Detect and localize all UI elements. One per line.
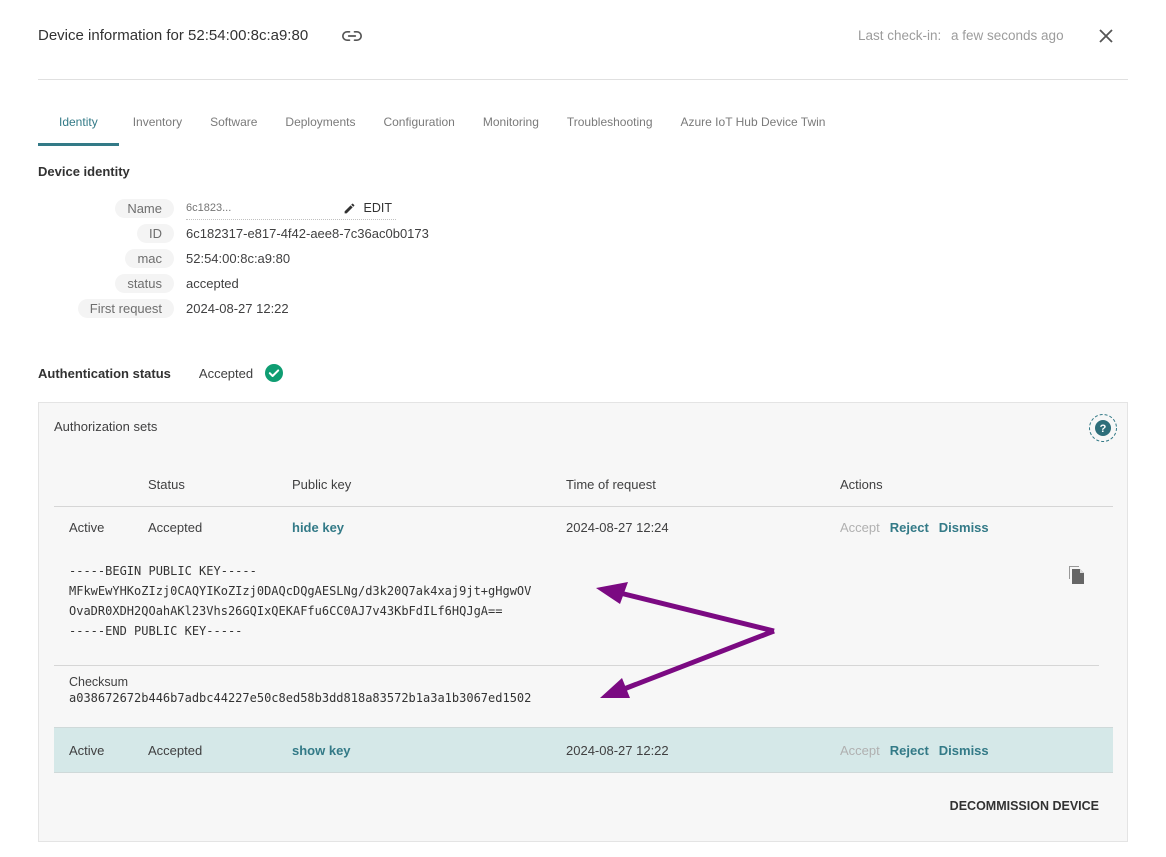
- tab-troubleshooting[interactable]: Troubleshooting: [553, 108, 667, 146]
- identity-row: First request 2024-08-27 12:22: [72, 296, 429, 321]
- identity-key: status: [115, 274, 174, 293]
- identity-key: ID: [137, 224, 174, 243]
- dismiss-button[interactable]: Dismiss: [939, 743, 989, 758]
- edit-name-button[interactable]: EDIT: [343, 201, 392, 215]
- tab-deployments[interactable]: Deployments: [271, 108, 369, 146]
- authorization-sets-title: Authorization sets: [54, 419, 158, 434]
- page-title: Device information for 52:54:00:8c:a9:80: [38, 27, 309, 44]
- checksum-value: a038672672b446b7adbc44227e50c8ed58b3dd81…: [69, 691, 532, 705]
- row-status: Accepted: [148, 519, 203, 535]
- identity-key: First request: [77, 299, 174, 318]
- identity-row: status accepted: [72, 271, 429, 296]
- identity-key: Name: [115, 199, 174, 218]
- dialog-header: Device information for 52:54:00:8c:a9:80…: [38, 0, 1128, 80]
- accept-button: Accept: [840, 519, 880, 535]
- link-icon[interactable]: [342, 28, 362, 44]
- hide-key-link[interactable]: hide key: [292, 520, 344, 535]
- identity-row: mac 52:54:00:8c:a9:80: [72, 246, 429, 271]
- last-checkin-value: a few seconds ago: [951, 28, 1064, 43]
- checksum-label: Checksum: [69, 675, 129, 689]
- dismiss-button[interactable]: Dismiss: [939, 520, 989, 535]
- reject-button[interactable]: Reject: [890, 520, 929, 535]
- last-checkin-label: Last check-in:: [858, 28, 942, 43]
- tab-identity[interactable]: Identity: [38, 108, 119, 146]
- identity-row-name: Name EDIT: [72, 196, 429, 221]
- reject-button[interactable]: Reject: [890, 743, 929, 758]
- column-header-actions: Actions: [840, 477, 883, 492]
- row-time: 2024-08-27 12:22: [566, 742, 669, 758]
- decommission-device-button[interactable]: DECOMMISSION DEVICE: [950, 799, 1099, 813]
- identity-value: accepted: [186, 276, 239, 291]
- column-header-time: Time of request: [566, 477, 656, 492]
- name-field: EDIT: [186, 198, 396, 220]
- help-icon[interactable]: ?: [1088, 413, 1118, 443]
- authentication-status: Authentication status Accepted: [38, 364, 284, 382]
- table-row: Active Accepted hide key 2024-08-27 12:2…: [54, 507, 1113, 547]
- row-state: Active: [69, 742, 105, 758]
- check-circle-icon: [265, 364, 284, 382]
- accept-button: Accept: [840, 742, 880, 758]
- public-key-block: -----BEGIN PUBLIC KEY----- MFkwEwYHKoZIz…: [54, 547, 1099, 666]
- authentication-status-value: Accepted: [198, 365, 254, 381]
- row-state: Active: [69, 519, 105, 535]
- svg-text:?: ?: [1100, 423, 1107, 435]
- edit-label: EDIT: [363, 201, 392, 215]
- public-key-text: -----BEGIN PUBLIC KEY----- MFkwEwYHKoZIz…: [69, 564, 532, 638]
- pencil-icon: [344, 203, 354, 213]
- identity-row: ID 6c182317-e817-4f42-aee8-7c36ac0b0173: [72, 221, 429, 246]
- authorization-sets-panel: Authorization sets ? Status Public key T…: [38, 402, 1128, 842]
- column-header-status: Status: [148, 477, 185, 492]
- show-key-link[interactable]: show key: [292, 743, 351, 758]
- identity-key: mac: [125, 249, 174, 268]
- identity-value: 6c182317-e817-4f42-aee8-7c36ac0b0173: [186, 226, 429, 241]
- close-icon[interactable]: [1098, 28, 1114, 44]
- copy-icon[interactable]: [1067, 563, 1087, 585]
- tab-azure-iot-hub-device-twin[interactable]: Azure IoT Hub Device Twin: [667, 108, 840, 146]
- checksum-block: Checksum a038672672b446b7adbc44227e50c8e…: [54, 666, 1113, 727]
- tab-inventory[interactable]: Inventory: [119, 108, 196, 146]
- table-row[interactable]: Active Accepted show key 2024-08-27 12:2…: [54, 727, 1113, 773]
- column-header-public-key: Public key: [292, 477, 352, 492]
- tab-software[interactable]: Software: [196, 108, 271, 146]
- row-status: Accepted: [148, 742, 203, 758]
- device-name-input[interactable]: [186, 202, 306, 214]
- tab-configuration[interactable]: Configuration: [369, 108, 468, 146]
- table-header: Status Public key Time of request Action…: [54, 463, 1113, 507]
- authentication-status-label: Authentication status: [38, 365, 171, 381]
- identity-value: 2024-08-27 12:22: [186, 301, 289, 316]
- authorization-sets-table: Status Public key Time of request Action…: [54, 463, 1113, 773]
- tab-bar: Identity Inventory Software Deployments …: [38, 108, 839, 146]
- tab-monitoring[interactable]: Monitoring: [469, 108, 553, 146]
- row-time: 2024-08-27 12:24: [566, 519, 669, 535]
- identity-table: Name EDIT ID 6c182317-e817-4f42-aee8-7c3…: [72, 196, 429, 321]
- device-identity-heading: Device identity: [38, 164, 130, 179]
- identity-value: 52:54:00:8c:a9:80: [186, 251, 291, 266]
